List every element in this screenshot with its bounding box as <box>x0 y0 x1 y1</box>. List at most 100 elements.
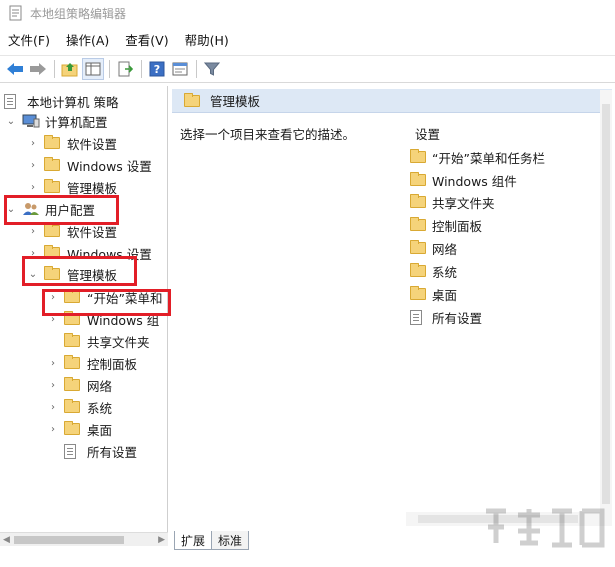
description-text: 选择一个项目来查看它的描述。 <box>180 127 356 142</box>
scrollbar-thumb[interactable] <box>14 536 124 544</box>
export-list-button[interactable] <box>114 58 136 80</box>
toolbar-separator <box>109 60 110 78</box>
tree-item-all-settings[interactable]: 所有设置 <box>64 441 137 461</box>
up-level-button[interactable] <box>59 58 81 80</box>
content-header: 管理模板 <box>172 89 612 113</box>
highlight-user-config <box>4 195 119 225</box>
settings-item-label: 所有设置 <box>432 310 483 326</box>
policy-document-icon <box>4 93 22 109</box>
folder-icon <box>44 223 62 239</box>
folder-icon <box>44 135 62 151</box>
chevron-right-icon[interactable]: › <box>28 182 38 193</box>
tree-item-label: Windows 设置 <box>67 158 152 174</box>
tree-item-control-panel[interactable]: › 控制面板 <box>48 353 137 373</box>
content-header-title: 管理模板 <box>210 94 261 109</box>
folder-icon <box>410 240 428 254</box>
svg-text:?: ? <box>154 63 160 76</box>
chevron-right-icon[interactable]: › <box>48 402 58 413</box>
folder-icon <box>64 421 82 437</box>
settings-page-icon <box>64 443 82 459</box>
tree-item-network[interactable]: › 网络 <box>48 375 112 395</box>
forward-arrow-icon <box>30 63 46 75</box>
folder-icon <box>64 355 82 371</box>
folder-icon <box>184 92 200 107</box>
tree-horizontal-scrollbar[interactable]: ◀ ▶ <box>0 532 168 546</box>
tree-item-label: 控制面板 <box>87 356 138 372</box>
settings-item-label: Windows 组件 <box>432 173 517 189</box>
settings-item-windows-components[interactable]: Windows 组件 <box>410 170 517 190</box>
chevron-right-icon[interactable]: › <box>48 358 58 369</box>
properties-icon <box>172 62 188 76</box>
tree-item-cc-admin[interactable]: › 管理模板 <box>28 177 117 197</box>
settings-item-all-settings[interactable]: 所有设置 <box>410 307 482 327</box>
scroll-right-icon[interactable]: ▶ <box>158 535 165 545</box>
scroll-left-icon[interactable]: ◀ <box>3 535 10 545</box>
tree-item-system[interactable]: › 系统 <box>48 397 112 417</box>
folder-icon <box>44 157 62 173</box>
app-icon <box>9 5 22 21</box>
tree-item-label: 管理模板 <box>67 180 118 196</box>
settings-item-network[interactable]: 网络 <box>410 238 457 258</box>
tree-item-label: 桌面 <box>87 422 113 438</box>
content-vertical-scrollbar[interactable] <box>600 90 612 526</box>
window-title: 本地组策略编辑器 <box>30 6 127 21</box>
tree-root[interactable]: 本地计算机 策略 <box>4 91 118 111</box>
tree-item-cc-windows[interactable]: › Windows 设置 <box>28 155 152 175</box>
back-button[interactable] <box>4 58 26 80</box>
chevron-right-icon[interactable]: › <box>28 226 38 237</box>
computer-icon <box>22 114 40 128</box>
folder-icon <box>64 333 82 349</box>
tree-item-desktop[interactable]: › 桌面 <box>48 419 112 439</box>
chevron-right-icon[interactable]: › <box>48 424 58 435</box>
tree-root-label: 本地计算机 策略 <box>27 94 119 110</box>
chevron-down-icon[interactable]: ⌄ <box>6 116 16 127</box>
settings-item-label: 网络 <box>432 241 458 257</box>
settings-item-label: 桌面 <box>432 287 458 303</box>
folder-icon <box>410 217 428 231</box>
toolbar-separator <box>196 60 197 78</box>
title-bar: 本地组策略编辑器 <box>0 0 615 26</box>
settings-item-label: 系统 <box>432 264 458 280</box>
settings-column-header[interactable]: 设置 <box>415 124 440 143</box>
show-hide-tree-button[interactable] <box>82 58 104 80</box>
tree-item-computer-config[interactable]: ⌄ 计算机配置 <box>6 111 108 131</box>
tree-item-label: 软件设置 <box>67 136 118 152</box>
settings-item-shared-folders[interactable]: 共享文件夹 <box>410 192 495 212</box>
help-icon: ? <box>149 61 165 77</box>
folder-icon <box>410 194 428 208</box>
tree-item-label: 系统 <box>87 400 113 416</box>
content-pane: 管理模板 选择一个项目来查看它的描述。 设置 “开始”菜单和任务栏 Window… <box>172 86 612 526</box>
tree-item-cc-software[interactable]: › 软件设置 <box>28 133 117 153</box>
watermark-logo <box>480 505 610 565</box>
watermark-logo-mark <box>486 508 605 548</box>
tree-item-label: 网络 <box>87 378 113 394</box>
properties-button[interactable] <box>169 58 191 80</box>
help-button[interactable]: ? <box>146 58 168 80</box>
folder-icon <box>64 399 82 415</box>
forward-button[interactable] <box>27 58 49 80</box>
chevron-right-icon[interactable]: › <box>28 138 38 149</box>
menu-action[interactable]: 操作(A) <box>58 30 117 52</box>
folder-icon <box>64 377 82 393</box>
settings-item-start-menu[interactable]: “开始”菜单和任务栏 <box>410 147 545 167</box>
menu-file[interactable]: 文件(F) <box>0 30 58 52</box>
scrollbar-thumb[interactable] <box>602 104 610 504</box>
settings-item-label: 控制面板 <box>432 218 483 234</box>
settings-item-control-panel[interactable]: 控制面板 <box>410 215 482 235</box>
menu-help[interactable]: 帮助(H) <box>177 30 237 52</box>
settings-item-desktop[interactable]: 桌面 <box>410 284 457 304</box>
chevron-right-icon[interactable]: › <box>48 380 58 391</box>
settings-page-icon <box>410 309 428 325</box>
tree-item-shared-folders[interactable]: 共享文件夹 <box>64 331 150 351</box>
filter-button[interactable] <box>201 58 223 80</box>
toolbar: ? <box>0 55 615 83</box>
tab-standard[interactable]: 标准 <box>211 531 250 550</box>
toolbar-separator <box>54 60 55 78</box>
settings-item-system[interactable]: 系统 <box>410 261 457 281</box>
export-list-icon <box>118 61 133 77</box>
settings-item-label: 共享文件夹 <box>432 195 495 211</box>
chevron-right-icon[interactable]: › <box>28 160 38 171</box>
tab-extended[interactable]: 扩展 <box>174 531 213 550</box>
menu-view[interactable]: 查看(V) <box>117 30 176 52</box>
menu-bar: 文件(F) 操作(A) 查看(V) 帮助(H) <box>0 30 615 52</box>
